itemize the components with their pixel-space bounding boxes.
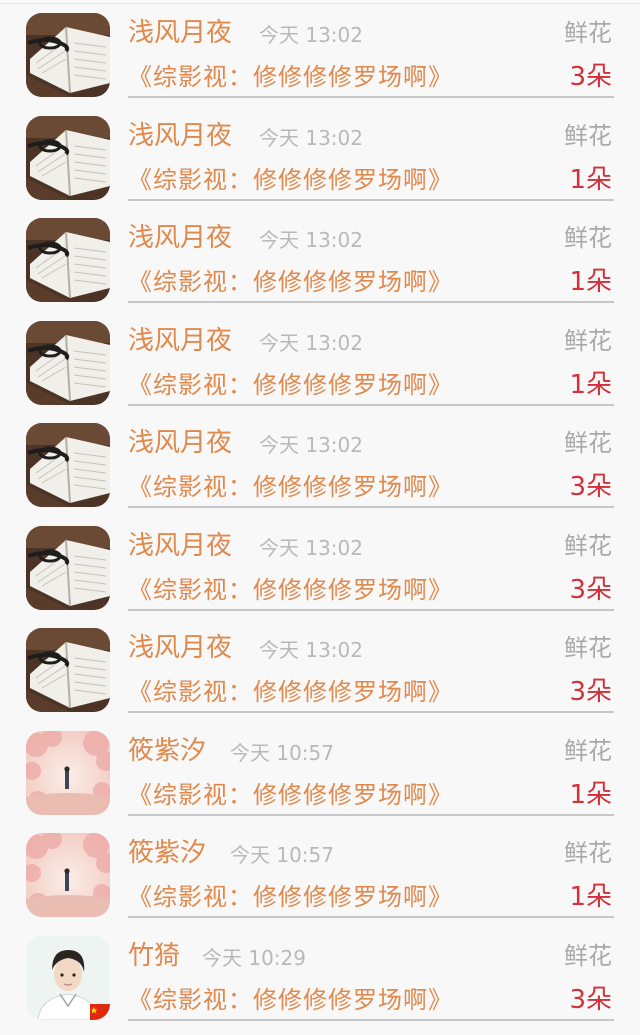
book-avatar[interactable]	[26, 321, 110, 405]
gift-type-label: 鲜花	[564, 426, 612, 460]
timestamp: 今天 10:29	[202, 945, 306, 971]
list-item[interactable]: 浅风月夜 今天 13:02 鲜花 《综影视：修修修修罗场啊》 3朵	[0, 523, 640, 626]
book-avatar[interactable]	[26, 423, 110, 507]
blossom-avatar[interactable]	[26, 833, 110, 917]
timestamp: 今天 13:02	[259, 22, 363, 48]
timestamp: 今天 13:02	[259, 535, 363, 561]
list-item[interactable]: 浅风月夜 今天 13:02 鲜花 《综影视：修修修修罗场啊》 1朵	[0, 113, 640, 216]
gift-type-label: 鲜花	[564, 324, 612, 358]
book-title[interactable]: 《综影视：修修修修罗场啊》	[128, 676, 453, 708]
user-name[interactable]: 浅风月夜	[128, 426, 232, 460]
user-name[interactable]: 筱紫汐	[128, 734, 206, 768]
gift-count: 1朵	[569, 266, 612, 298]
book-title[interactable]: 《综影视：修修修修罗场啊》	[128, 369, 453, 401]
list-item[interactable]: 浅风月夜 今天 13:02 鲜花 《综影视：修修修修罗场啊》 3朵	[0, 10, 640, 113]
gift-type-label: 鲜花	[564, 734, 612, 768]
book-title[interactable]: 《综影视：修修修修罗场啊》	[128, 61, 453, 93]
timestamp: 今天 13:02	[259, 330, 363, 356]
row-divider	[128, 96, 614, 98]
timestamp: 今天 13:02	[259, 637, 363, 663]
list-item[interactable]: 筱紫汐 今天 10:57 鲜花 《综影视：修修修修罗场啊》 1朵	[0, 830, 640, 933]
row-divider	[128, 711, 614, 713]
row-divider	[128, 916, 614, 918]
row-divider	[128, 301, 614, 303]
list-item[interactable]: 筱紫汐 今天 10:57 鲜花 《综影视：修修修修罗场啊》 1朵	[0, 728, 640, 831]
gift-type-label: 鲜花	[564, 631, 612, 665]
user-name[interactable]: 浅风月夜	[128, 631, 232, 665]
gift-type-label: 鲜花	[564, 939, 612, 973]
list-item[interactable]: 浅风月夜 今天 13:02 鲜花 《综影视：修修修修罗场啊》 3朵	[0, 420, 640, 523]
book-avatar[interactable]	[26, 116, 110, 200]
row-divider	[128, 404, 614, 406]
book-title[interactable]: 《综影视：修修修修罗场啊》	[128, 881, 453, 913]
list-item[interactable]: 浅风月夜 今天 13:02 鲜花 《综影视：修修修修罗场啊》 1朵	[0, 318, 640, 421]
timestamp: 今天 13:02	[259, 227, 363, 253]
user-name[interactable]: 浅风月夜	[128, 221, 232, 255]
user-name[interactable]: 竹猗	[128, 939, 180, 973]
user-name[interactable]: 筱紫汐	[128, 836, 206, 870]
book-avatar[interactable]	[26, 218, 110, 302]
gift-type-label: 鲜花	[564, 16, 612, 50]
gift-type-label: 鲜花	[564, 221, 612, 255]
row-divider	[128, 506, 614, 508]
user-name[interactable]: 浅风月夜	[128, 16, 232, 50]
list-item[interactable]: 竹猗 今天 10:29 鲜花 《综影视：修修修修罗场啊》 3朵	[0, 933, 640, 1035]
book-title[interactable]: 《综影视：修修修修罗场啊》	[128, 779, 453, 811]
timestamp: 今天 10:57	[230, 842, 334, 868]
book-avatar[interactable]	[26, 13, 110, 97]
timestamp: 今天 13:02	[259, 125, 363, 151]
timestamp: 今天 10:57	[230, 740, 334, 766]
row-divider	[128, 1019, 614, 1021]
book-title[interactable]: 《综影视：修修修修罗场啊》	[128, 164, 453, 196]
user-name[interactable]: 浅风月夜	[128, 529, 232, 563]
gift-count: 1朵	[569, 779, 612, 811]
blossom-avatar[interactable]	[26, 731, 110, 815]
book-title[interactable]: 《综影视：修修修修罗场啊》	[128, 984, 453, 1016]
gift-record-list: 浅风月夜 今天 13:02 鲜花 《综影视：修修修修罗场啊》 3朵 浅风月夜 今…	[0, 0, 640, 1035]
gift-count: 3朵	[569, 984, 612, 1016]
gift-count: 1朵	[569, 369, 612, 401]
gift-type-label: 鲜花	[564, 529, 612, 563]
timestamp: 今天 13:02	[259, 432, 363, 458]
row-divider	[128, 199, 614, 201]
gift-count: 3朵	[569, 471, 612, 503]
gift-type-label: 鲜花	[564, 836, 612, 870]
book-title[interactable]: 《综影视：修修修修罗场啊》	[128, 574, 453, 606]
list-item[interactable]: 浅风月夜 今天 13:02 鲜花 《综影视：修修修修罗场啊》 3朵	[0, 625, 640, 728]
book-title[interactable]: 《综影视：修修修修罗场啊》	[128, 266, 453, 298]
row-divider	[128, 814, 614, 816]
gift-count: 1朵	[569, 164, 612, 196]
book-title[interactable]: 《综影视：修修修修罗场啊》	[128, 471, 453, 503]
gift-count: 3朵	[569, 61, 612, 93]
book-avatar[interactable]	[26, 628, 110, 712]
list-item[interactable]: 浅风月夜 今天 13:02 鲜花 《综影视：修修修修罗场啊》 1朵	[0, 215, 640, 318]
row-divider	[128, 609, 614, 611]
gift-type-label: 鲜花	[564, 119, 612, 153]
user-name[interactable]: 浅风月夜	[128, 324, 232, 358]
book-avatar[interactable]	[26, 526, 110, 610]
user-name[interactable]: 浅风月夜	[128, 119, 232, 153]
gift-count: 1朵	[569, 881, 612, 913]
person-avatar[interactable]	[26, 936, 110, 1020]
gift-count: 3朵	[569, 574, 612, 606]
gift-count: 3朵	[569, 676, 612, 708]
